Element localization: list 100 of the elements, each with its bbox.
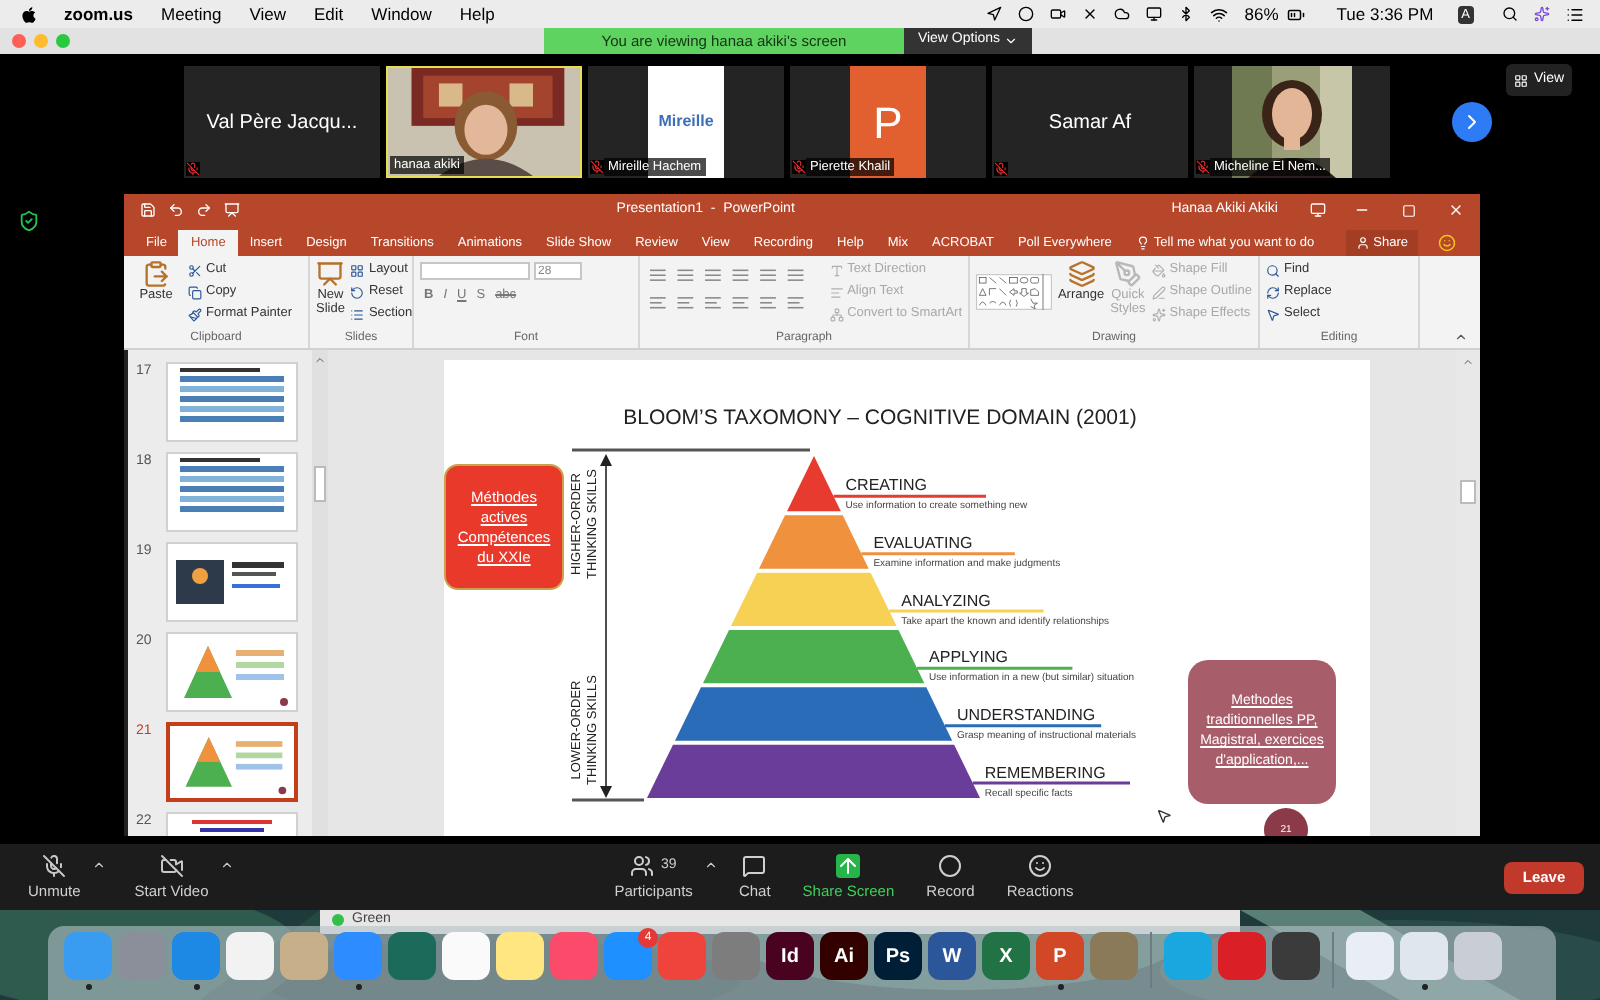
- thumbnail-scrollbar[interactable]: [312, 350, 328, 836]
- scroll-up-icon[interactable]: [314, 354, 326, 366]
- app-icon[interactable]: [496, 932, 544, 980]
- app-icon[interactable]: Id: [766, 932, 814, 980]
- close-icon[interactable]: [1448, 202, 1464, 218]
- display-icon[interactable]: [1146, 6, 1163, 22]
- smiley-icon[interactable]: [1438, 234, 1456, 252]
- level-title: UNDERSTANDING: [956, 705, 1096, 724]
- options-caret-button[interactable]: [92, 857, 107, 872]
- menu-item[interactable]: Meeting: [160, 1, 222, 27]
- caret-icon: [220, 857, 235, 872]
- search-icon[interactable]: [1502, 6, 1518, 22]
- pen-icon: [1151, 285, 1166, 299]
- app-icon[interactable]: [1346, 932, 1394, 980]
- diagram-icon: [829, 307, 844, 321]
- app-icon[interactable]: P: [1036, 932, 1084, 980]
- level-title: EVALUATING: [873, 533, 973, 552]
- menu-item[interactable]: Edit: [314, 1, 344, 27]
- level-title: APPLYING: [929, 648, 1008, 667]
- scroll-thumb[interactable]: [314, 466, 326, 502]
- window-close-button[interactable]: [12, 34, 26, 48]
- camera-icon[interactable]: [1050, 6, 1067, 22]
- app-icon[interactable]: W: [928, 932, 976, 980]
- app-icon[interactable]: X: [982, 932, 1030, 980]
- layout-icon: [350, 263, 365, 277]
- level-title: REMEMBERING: [984, 763, 1106, 781]
- app-icon[interactable]: [442, 932, 490, 980]
- app-icon[interactable]: [1400, 932, 1448, 980]
- battery-icon[interactable]: [1284, 5, 1309, 23]
- search-icon: [1266, 263, 1280, 277]
- paintbrush-icon: [188, 307, 202, 321]
- refresh-icon: [1266, 285, 1280, 299]
- collapse-ribbon-icon[interactable]: [1454, 330, 1468, 344]
- record-status-icon[interactable]: [1018, 6, 1035, 22]
- bluetooth-icon[interactable]: [1178, 6, 1195, 22]
- chat-bubble-icon: [742, 853, 767, 878]
- scissors-icon: [188, 263, 202, 277]
- siri-icon[interactable]: [1534, 6, 1550, 22]
- font-name-field[interactable]: [420, 262, 530, 280]
- pointer-icon: [1266, 307, 1280, 321]
- undo-icon[interactable]: [168, 202, 184, 218]
- wifi-icon[interactable]: [1210, 5, 1229, 23]
- cursor-icon: [1156, 808, 1172, 824]
- sparkles-icon: [1151, 307, 1166, 321]
- save-icon[interactable]: [140, 202, 156, 218]
- menu-item[interactable]: Help: [459, 1, 495, 27]
- app-icon[interactable]: Ps: [874, 932, 922, 980]
- microphone-muted-icon: [42, 853, 67, 878]
- cloud-icon[interactable]: [1114, 6, 1131, 22]
- caret-icon: [704, 857, 719, 872]
- person-icon: [1355, 236, 1370, 250]
- battery-percent: 86%: [1244, 1, 1279, 27]
- slide-icon: [316, 260, 345, 288]
- app-icon[interactable]: [388, 932, 436, 980]
- caret-icon: [92, 857, 107, 872]
- options-caret-button[interactable]: [220, 857, 235, 872]
- list-icon: [350, 307, 365, 321]
- paint-bucket-icon: [1151, 263, 1166, 277]
- caret-icon: [1004, 34, 1019, 48]
- redo-icon[interactable]: [196, 202, 212, 218]
- next-page-button[interactable]: [1452, 102, 1492, 142]
- slide-title: BLOOM’S TAXOMONY – COGNITIVE DOMAIN (2001): [621, 404, 1139, 434]
- text-icon: [829, 263, 844, 277]
- clipboard-icon: [142, 260, 170, 288]
- level-title: ANALYZING: [901, 591, 991, 609]
- participant-name: Val Père Jacqu...: [206, 109, 358, 137]
- scroll-thumb[interactable]: [1460, 480, 1476, 504]
- people-icon: [630, 853, 655, 878]
- app-icon[interactable]: Ai: [820, 932, 868, 980]
- slide-thumbnail[interactable]: [166, 722, 298, 802]
- clock[interactable]: Tue 3:36 PM: [1336, 1, 1434, 27]
- copy-icon: [188, 285, 202, 299]
- app-menu[interactable]: zoom.us: [64, 1, 133, 27]
- reset-icon: [350, 285, 365, 299]
- menu-item[interactable]: View: [249, 1, 287, 27]
- apple-logo-icon[interactable]: [20, 5, 38, 23]
- scroll-up-icon[interactable]: [1462, 356, 1474, 368]
- restore-icon[interactable]: [1402, 203, 1416, 217]
- app-icon[interactable]: [226, 932, 274, 980]
- layers-icon: [1067, 260, 1096, 288]
- location-icon[interactable]: [986, 6, 1003, 22]
- video-tile[interactable]: Samar Af: [992, 66, 1188, 178]
- slideshow-icon[interactable]: [224, 202, 240, 218]
- smiley-icon: [1028, 853, 1053, 878]
- video-tile[interactable]: Val Père Jacqu...: [184, 66, 380, 178]
- ribbon-display-icon[interactable]: [1310, 202, 1326, 218]
- notification-center-icon[interactable]: [1566, 5, 1584, 23]
- app-icon[interactable]: [1272, 932, 1320, 980]
- app-icon[interactable]: [1454, 932, 1502, 980]
- lightbulb-icon: [1135, 236, 1150, 250]
- pen-tool-icon: [1113, 260, 1142, 288]
- align-icon: [829, 285, 844, 299]
- shield-check-icon[interactable]: [18, 210, 40, 232]
- video-off-icon: [159, 853, 184, 878]
- grid-icon: [1514, 73, 1528, 87]
- menu-item[interactable]: Window: [371, 1, 432, 27]
- participant-name: Samar Af: [1048, 109, 1132, 137]
- level-title: CREATING: [845, 476, 928, 495]
- options-caret-button[interactable]: [704, 857, 719, 872]
- record-icon: [938, 853, 963, 878]
